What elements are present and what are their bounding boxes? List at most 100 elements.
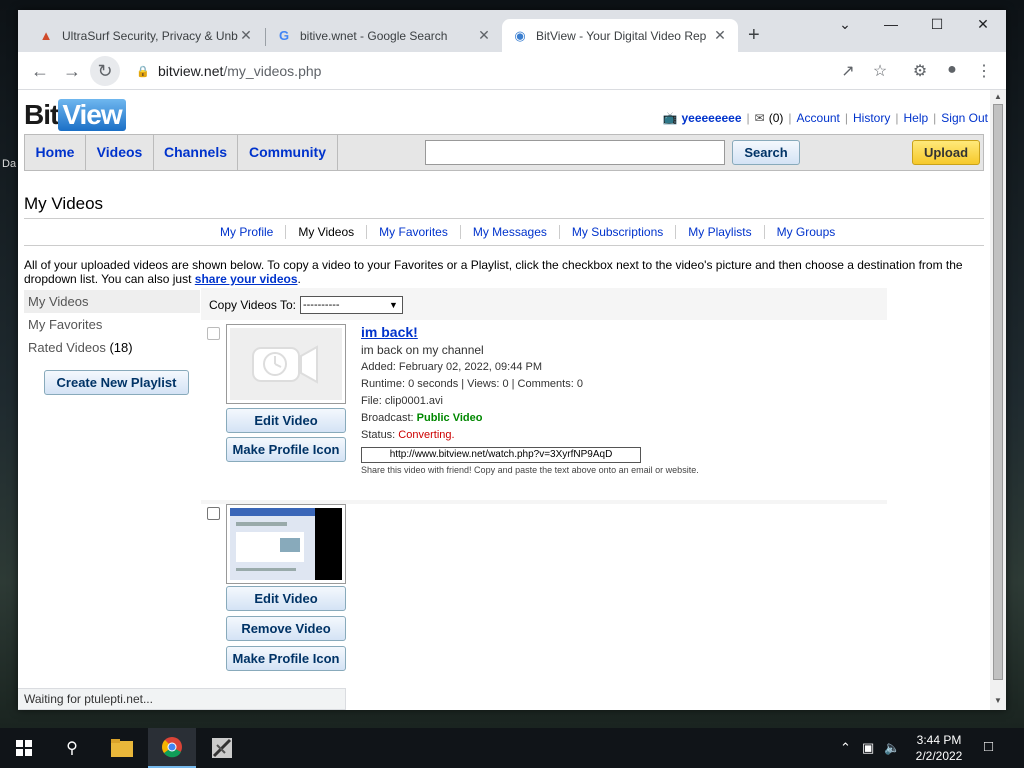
site-navbar: Home Videos Channels Community Search Up… [24, 134, 984, 171]
bitview-logo[interactable]: Bit View [24, 98, 126, 132]
page-scrollbar[interactable]: ▲ ▼ [990, 90, 1006, 710]
forward-icon[interactable]: → [60, 59, 84, 83]
subnav-my-messages[interactable]: My Messages [461, 225, 560, 239]
sign-out-link[interactable]: Sign Out [941, 111, 988, 125]
copy-videos-to: Copy Videos To: ---------- ▼ [209, 296, 403, 314]
sidebar-item-my-favorites[interactable]: My Favorites [24, 313, 200, 336]
network-icon[interactable]: ▣ [862, 740, 874, 756]
close-tab-icon[interactable]: ✕ [238, 27, 254, 44]
scroll-down-icon[interactable]: ▼ [993, 696, 1003, 705]
file-explorer-icon[interactable] [98, 728, 146, 768]
nav-community[interactable]: Community [238, 135, 338, 170]
divider: | [933, 111, 937, 125]
chrome-icon[interactable] [148, 728, 196, 768]
sidebar-item-my-videos[interactable]: My Videos [24, 290, 200, 313]
mail-icon[interactable]: ✉ [755, 111, 765, 125]
extensions-icon[interactable]: ⚙ [910, 61, 930, 81]
chevron-up-icon[interactable]: ⌃ [840, 740, 851, 756]
scrollbar-thumb[interactable] [993, 104, 1003, 680]
account-link[interactable]: Account [797, 111, 840, 125]
ultrasurf-icon: ▲ [39, 28, 53, 43]
video-checkbox[interactable] [207, 507, 220, 520]
video-row: Edit Video Remove Video Make Profile Ico… [201, 504, 887, 710]
profile-icon[interactable]: ● [942, 61, 962, 79]
close-window-icon[interactable]: ✕ [960, 16, 1006, 33]
nav-channels[interactable]: Channels [154, 135, 238, 170]
tab-bitview[interactable]: ◉ BitView - Your Digital Video Rep ✕ [502, 19, 738, 52]
video-thumbnail[interactable] [226, 324, 346, 404]
close-tab-icon[interactable]: ✕ [712, 27, 728, 44]
nav-videos[interactable]: Videos [86, 135, 154, 170]
video-file: File: clip0001.avi [361, 395, 443, 407]
close-tab-icon[interactable]: ✕ [476, 27, 492, 44]
start-icon[interactable] [0, 728, 48, 768]
tab-strip: ▲ UltraSurf Security, Privacy & Unb ✕ G … [18, 10, 1006, 52]
share-icon[interactable]: ↗ [838, 61, 858, 81]
share-url-field[interactable]: http://www.bitview.net/watch.php?v=3Xyrf… [361, 447, 641, 463]
video-broadcast: Broadcast: Public Video [361, 412, 483, 424]
tab-title: UltraSurf Security, Privacy & Unb [62, 28, 238, 43]
volume-muted-icon[interactable]: 🔈 [884, 740, 900, 756]
remove-video-button[interactable]: Remove Video [226, 616, 346, 641]
copy-to-label: Copy Videos To: [209, 298, 296, 312]
page-viewport: Bit View 📺 yeeeeeeee | ✉ (0) | Account | … [18, 90, 990, 710]
video-thumbnail[interactable] [226, 504, 346, 584]
clock[interactable]: 3:44 PM 2/2/2022 [905, 732, 973, 764]
tab-ultrasurf[interactable]: ▲ UltraSurf Security, Privacy & Unb ✕ [28, 19, 264, 52]
history-link[interactable]: History [853, 111, 890, 125]
video-checkbox[interactable] [207, 327, 220, 340]
video-stats: Runtime: 0 seconds | Views: 0 | Comments… [361, 378, 583, 390]
address-bar[interactable]: 🔒 bitview.net/my_videos.php [126, 56, 896, 86]
browser-toolbar: ← → ↻ 🔒 bitview.net/my_videos.php ↗ ☆ ⚙ … [18, 52, 1006, 90]
chevron-down-icon: ▼ [389, 300, 398, 310]
create-playlist-button[interactable]: Create New Playlist [44, 370, 189, 395]
new-tab-icon[interactable]: + [748, 24, 760, 47]
minimize-icon[interactable]: — [868, 16, 914, 32]
scroll-up-icon[interactable]: ▲ [993, 92, 1003, 101]
broadcast-value: Public Video [416, 412, 483, 424]
user-links: 📺 yeeeeeeee | ✉ (0) | Account | History … [663, 111, 988, 125]
url-text[interactable]: bitview.net/my_videos.php [158, 63, 321, 79]
subnav-my-subscriptions[interactable]: My Subscriptions [560, 225, 677, 239]
video-description: im back on my channel [361, 343, 484, 357]
copy-to-select[interactable]: ---------- ▼ [299, 296, 403, 314]
make-profile-icon-button[interactable]: Make Profile Icon [226, 646, 346, 671]
menu-icon[interactable]: ⋮ [974, 61, 994, 81]
search-button[interactable]: Search [732, 140, 800, 165]
subnav-my-profile[interactable]: My Profile [208, 225, 287, 239]
tab-title: BitView - Your Digital Video Rep [536, 28, 707, 43]
subnav-my-groups[interactable]: My Groups [765, 225, 848, 239]
notification-icon[interactable]: □ [984, 738, 993, 755]
app-icon[interactable] [198, 728, 246, 768]
upload-button[interactable]: Upload [912, 140, 980, 165]
video-screenshot [230, 508, 342, 580]
subnav-my-favorites[interactable]: My Favorites [367, 225, 461, 239]
tab-google-search[interactable]: G bitive.wnet - Google Search ✕ [266, 19, 502, 52]
help-link[interactable]: Help [903, 111, 928, 125]
nav-home[interactable]: Home [25, 135, 86, 170]
username-link[interactable]: yeeeeeeee [681, 111, 741, 125]
subnav-my-playlists[interactable]: My Playlists [676, 225, 765, 239]
maximize-icon[interactable]: ☐ [914, 16, 960, 33]
divider [24, 245, 984, 246]
sidebar-item-rated-videos[interactable]: Rated Videos (18) [24, 336, 200, 359]
back-icon[interactable]: ← [28, 59, 52, 83]
video-status: Status: Converting. [361, 429, 455, 441]
share-videos-link[interactable]: share your videos [195, 272, 298, 286]
video-title-link[interactable]: im back! [361, 322, 699, 342]
tab-search-icon[interactable]: ⌄ [822, 16, 868, 33]
video-added: Added: February 02, 2022, 09:44 PM [361, 361, 543, 373]
bookmark-star-icon[interactable]: ☆ [870, 61, 890, 81]
desktop-edge-text: Da [2, 158, 17, 170]
lock-icon[interactable]: 🔒 [136, 65, 150, 78]
divider: | [895, 111, 899, 125]
edit-video-button[interactable]: Edit Video [226, 586, 346, 611]
edit-video-button[interactable]: Edit Video [226, 408, 346, 433]
make-profile-icon-button[interactable]: Make Profile Icon [226, 437, 346, 462]
search-input[interactable] [425, 140, 725, 165]
videos-sidebar: My Videos My Favorites Rated Videos (18)… [24, 290, 200, 395]
search-icon[interactable]: ⚲ [48, 728, 96, 768]
intro-text: All of your uploaded videos are shown be… [24, 258, 963, 286]
reload-icon[interactable]: ↻ [93, 59, 117, 83]
inbox-count[interactable]: (0) [769, 111, 784, 125]
